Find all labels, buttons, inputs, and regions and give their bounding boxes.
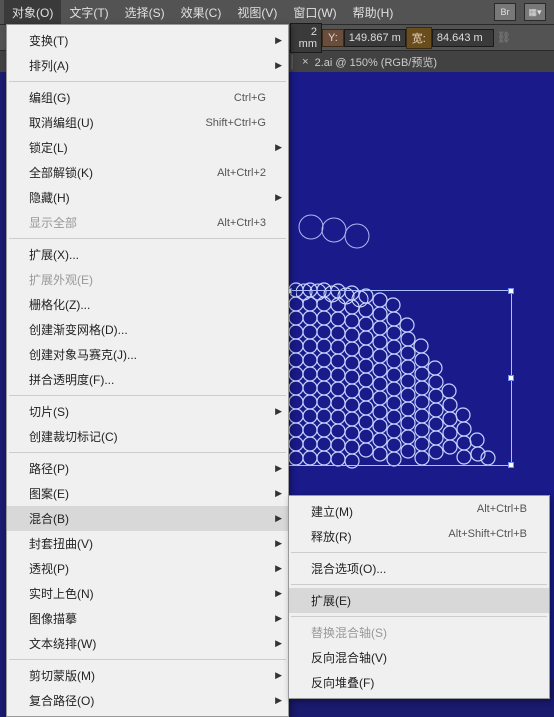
menu-item[interactable]: 创建渐变网格(D)... bbox=[7, 317, 288, 342]
menu-item[interactable]: 排列(A)▶ bbox=[7, 53, 288, 78]
arrange-docs-icon[interactable]: ▦▾ bbox=[524, 3, 546, 21]
bridge-icon[interactable]: Br bbox=[494, 3, 516, 21]
menu-item[interactable]: 拼合透明度(F)... bbox=[7, 367, 288, 392]
menu-item[interactable]: 复合路径(O)▶ bbox=[7, 688, 288, 713]
menu-item: 显示全部Alt+Ctrl+3 bbox=[7, 210, 288, 235]
menu-view[interactable]: 视图(V) bbox=[229, 0, 285, 25]
submenu-arrow-icon: ▶ bbox=[275, 670, 282, 681]
submenu-item[interactable]: 扩展(E) bbox=[289, 588, 549, 613]
object-menu: 变换(T)▶排列(A)▶ 编组(G)Ctrl+G取消编组(U)Shift+Ctrl… bbox=[6, 24, 289, 717]
menu-item[interactable]: 文本绕排(W)▶ bbox=[7, 631, 288, 656]
submenu-arrow-icon: ▶ bbox=[275, 142, 282, 153]
submenu-arrow-icon: ▶ bbox=[275, 588, 282, 599]
submenu-arrow-icon: ▶ bbox=[275, 513, 282, 524]
handle-e[interactable] bbox=[508, 375, 514, 381]
tab-close-icon[interactable]: × bbox=[302, 56, 308, 68]
menu-help[interactable]: 帮助(H) bbox=[345, 0, 402, 25]
menu-item[interactable]: 栅格化(Z)... bbox=[7, 292, 288, 317]
x-suffix: 2 mm bbox=[290, 23, 322, 53]
menu-item[interactable]: 创建对象马赛克(J)... bbox=[7, 342, 288, 367]
submenu-arrow-icon: ▶ bbox=[275, 488, 282, 499]
menu-item[interactable]: 实时上色(N)▶ bbox=[7, 581, 288, 606]
submenu-arrow-icon: ▶ bbox=[275, 638, 282, 649]
menu-item[interactable]: 隐藏(H)▶ bbox=[7, 185, 288, 210]
y-label: Y: bbox=[322, 29, 344, 47]
menu-text[interactable]: 文字(T) bbox=[61, 0, 116, 25]
menu-item[interactable]: 封套扭曲(V)▶ bbox=[7, 531, 288, 556]
w-field[interactable]: 84.643 m bbox=[432, 29, 494, 47]
menu-effect[interactable]: 效果(C) bbox=[173, 0, 230, 25]
handle-se[interactable] bbox=[508, 462, 514, 468]
menu-item[interactable]: 剪切蒙版(M)▶ bbox=[7, 663, 288, 688]
submenu-item[interactable]: 建立(M)Alt+Ctrl+B bbox=[289, 499, 549, 524]
menubar: 对象(O) 文字(T) 选择(S) 效果(C) 视图(V) 窗口(W) 帮助(H… bbox=[0, 0, 554, 24]
menu-item[interactable]: 图像描摹▶ bbox=[7, 606, 288, 631]
menu-select[interactable]: 选择(S) bbox=[117, 0, 173, 25]
submenu-item: 替换混合轴(S) bbox=[289, 620, 549, 645]
menu-item[interactable]: 取消编组(U)Shift+Ctrl+G bbox=[7, 110, 288, 135]
selection-bounds bbox=[288, 290, 512, 466]
handle-ne[interactable] bbox=[508, 288, 514, 294]
menu-item[interactable]: 扩展(X)... bbox=[7, 242, 288, 267]
menu-item[interactable]: 透视(P)▶ bbox=[7, 556, 288, 581]
menu-item: 扩展外观(E) bbox=[7, 267, 288, 292]
menu-item[interactable]: 创建裁切标记(C) bbox=[7, 424, 288, 449]
document-tab[interactable]: × 2.ai @ 150% (RGB/预览) bbox=[294, 51, 445, 73]
submenu-item[interactable]: 反向混合轴(V) bbox=[289, 645, 549, 670]
submenu-arrow-icon: ▶ bbox=[275, 695, 282, 706]
w-label: 宽: bbox=[406, 27, 432, 49]
menu-object[interactable]: 对象(O) bbox=[4, 0, 61, 25]
menu-window[interactable]: 窗口(W) bbox=[285, 0, 344, 25]
submenu-item[interactable]: 反向堆叠(F) bbox=[289, 670, 549, 695]
submenu-arrow-icon: ▶ bbox=[275, 563, 282, 574]
submenu-item[interactable]: 释放(R)Alt+Shift+Ctrl+B bbox=[289, 524, 549, 549]
menu-item[interactable]: 全部解锁(K)Alt+Ctrl+2 bbox=[7, 160, 288, 185]
menu-item[interactable]: 路径(P)▶ bbox=[7, 456, 288, 481]
tab-title: 2.ai @ 150% (RGB/预览) bbox=[315, 54, 437, 70]
link-icon[interactable]: ⛓ bbox=[497, 31, 511, 44]
submenu-arrow-icon: ▶ bbox=[275, 463, 282, 474]
submenu-arrow-icon: ▶ bbox=[275, 406, 282, 417]
menu-item[interactable]: 混合(B)▶ bbox=[7, 506, 288, 531]
submenu-arrow-icon: ▶ bbox=[275, 538, 282, 549]
submenu-arrow-icon: ▶ bbox=[275, 192, 282, 203]
menu-item[interactable]: 图案(E)▶ bbox=[7, 481, 288, 506]
blend-submenu: 建立(M)Alt+Ctrl+B释放(R)Alt+Shift+Ctrl+B 混合选项… bbox=[288, 495, 550, 699]
submenu-arrow-icon: ▶ bbox=[275, 60, 282, 71]
submenu-arrow-icon: ▶ bbox=[275, 35, 282, 46]
menu-item[interactable]: 切片(S)▶ bbox=[7, 399, 288, 424]
submenu-item[interactable]: 混合选项(O)... bbox=[289, 556, 549, 581]
menu-item[interactable]: 锁定(L)▶ bbox=[7, 135, 288, 160]
submenu-arrow-icon: ▶ bbox=[275, 613, 282, 624]
menu-item[interactable]: 编组(G)Ctrl+G bbox=[7, 85, 288, 110]
menu-item[interactable]: 变换(T)▶ bbox=[7, 28, 288, 53]
y-field[interactable]: 149.867 m bbox=[344, 29, 406, 47]
